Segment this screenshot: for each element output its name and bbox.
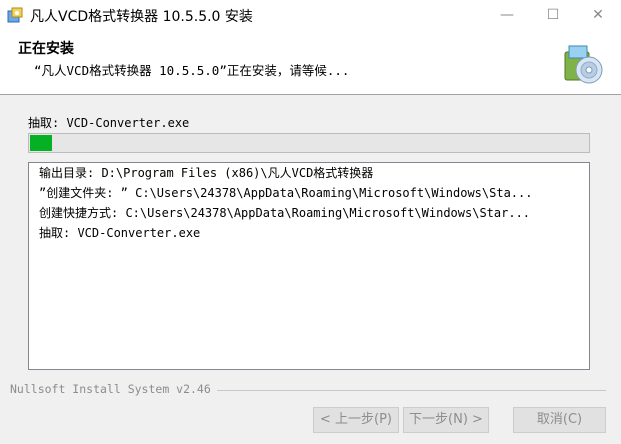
current-action-label: 抽取: VCD-Converter.exe <box>28 116 190 130</box>
log-line: 输出目录: D:\Program Files (x86)\凡人VCD格式转换器 <box>39 166 374 180</box>
close-button[interactable]: ✕ <box>575 0 621 30</box>
log-line: 创建快捷方式: C:\Users\24378\AppData\Roaming\M… <box>39 206 531 220</box>
cancel-button[interactable]: 取消(C) <box>513 407 606 433</box>
title-bar: 凡人VCD格式转换器 10.5.5.0 安装 — ☐ ✕ <box>0 0 621 30</box>
log-line: ”创建文件夹: ” C:\Users\24378\AppData\Roaming… <box>39 186 533 200</box>
page-header: 正在安装 “凡人VCD格式转换器 10.5.5.0”正在安装，请等候... <box>0 30 621 95</box>
page-subtitle: “凡人VCD格式转换器 10.5.5.0”正在安装，请等候... <box>34 63 350 78</box>
maximize-button[interactable]: ☐ <box>530 0 576 30</box>
back-button[interactable]: < 上一步(P) <box>313 407 399 433</box>
log-line: 抽取: VCD-Converter.exe <box>39 226 201 240</box>
install-progress-bar <box>28 133 590 153</box>
progress-fill <box>30 135 52 151</box>
window-title: 凡人VCD格式转换器 10.5.5.0 安装 <box>30 9 253 25</box>
install-log-list[interactable]: 输出目录: D:\Program Files (x86)\凡人VCD格式转换器 … <box>28 162 590 370</box>
minimize-button[interactable]: — <box>484 0 530 30</box>
page-title: 正在安装 <box>18 41 74 57</box>
nsis-brand-label: Nullsoft Install System v2.46 <box>10 382 217 396</box>
next-button[interactable]: 下一步(N) > <box>403 407 489 433</box>
installer-app-icon <box>7 7 23 23</box>
setup-cd-icon <box>564 45 603 84</box>
